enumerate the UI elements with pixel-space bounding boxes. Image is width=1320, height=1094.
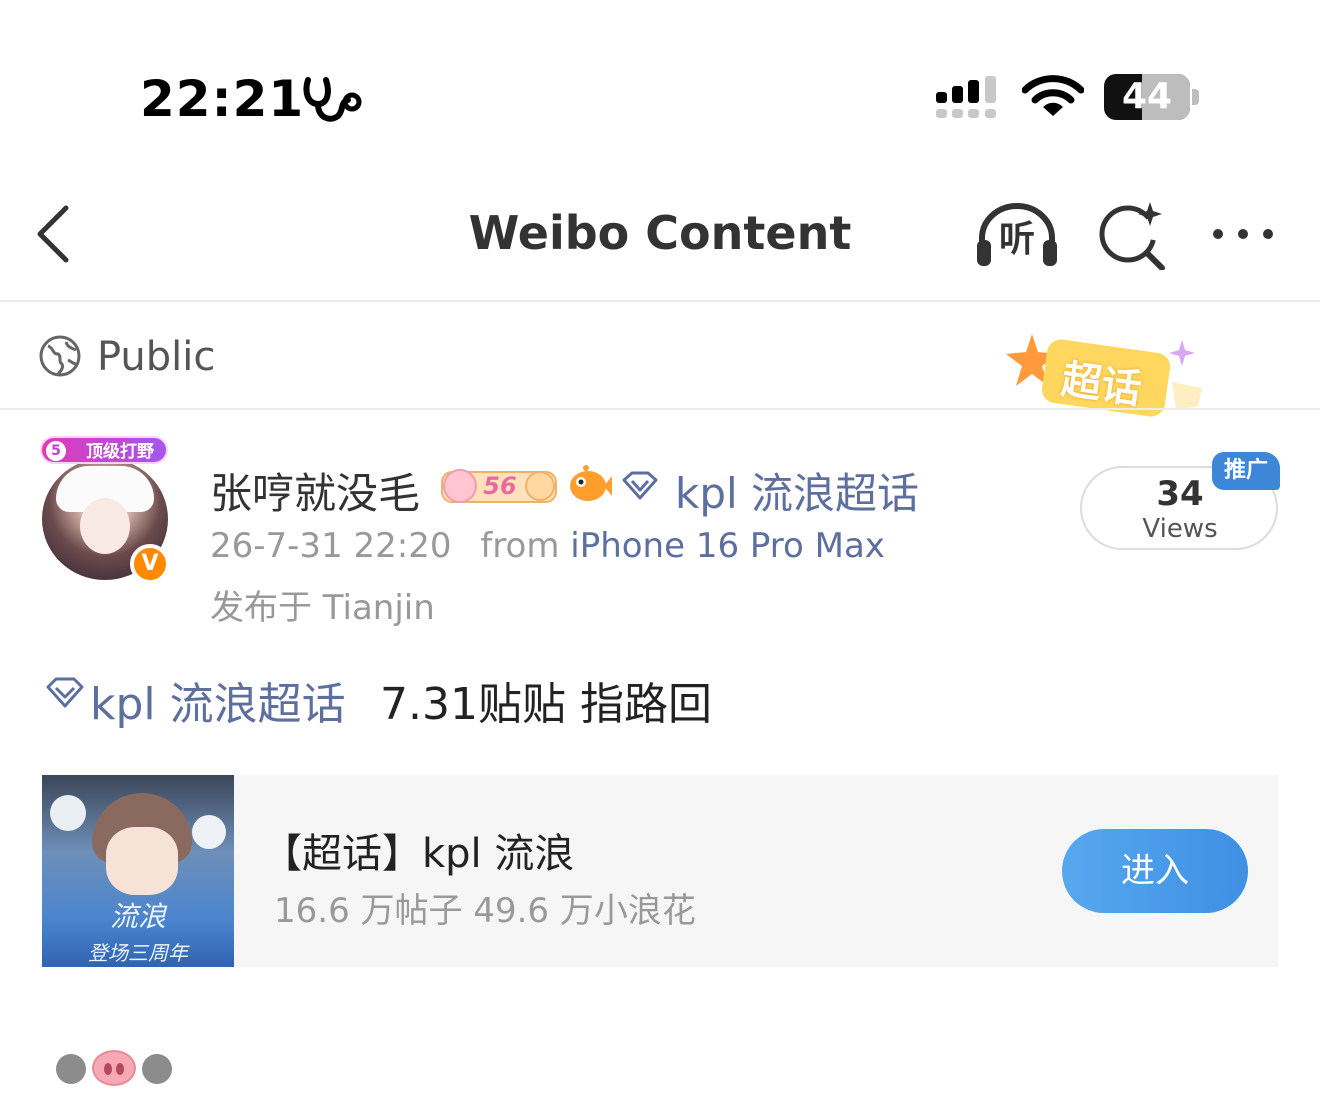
post-topic-link[interactable]: kpl 流浪超话 — [90, 668, 346, 732]
medal-level: 56 — [483, 472, 517, 500]
ai-search-icon[interactable] — [1096, 198, 1166, 270]
post-timestamp: 26-7-31 22:20 — [210, 526, 452, 566]
supertopic-cover-image: 流浪 登场三周年 — [42, 775, 234, 967]
supertopic-badge-label: 超话 — [1058, 356, 1145, 414]
cover-subtitle: 登场三周年 — [88, 941, 188, 965]
pig-nose-icon — [92, 1050, 136, 1086]
enter-button[interactable]: 进入 — [1062, 829, 1248, 913]
post-meta: 26-7-31 22:20 from iPhone 16 Pro Max — [210, 526, 885, 566]
avatar-tag-number: 5 — [46, 441, 66, 461]
battery-percent: 44 — [1121, 76, 1173, 117]
listen-label: 听 — [998, 219, 1035, 260]
supertopic-title: 【超话】kpl 流浪 — [262, 831, 575, 877]
globe-icon — [39, 335, 81, 377]
visibility-label: Public — [97, 334, 216, 380]
grey-dot-icon — [56, 1054, 86, 1084]
cellular-signal-icon — [936, 76, 996, 118]
cover-title: 流浪 — [109, 900, 166, 933]
avatar-tag-label: 顶级打野 — [86, 442, 154, 462]
device-link[interactable]: iPhone 16 Pro Max — [570, 526, 885, 566]
listen-button[interactable]: 听 — [974, 200, 1060, 270]
supertopic-card[interactable]: 流浪 登场三周年 【超话】kpl 流浪 16.6 万帖子 49.6 万小浪花 进… — [42, 775, 1278, 967]
fan-medal-badge[interactable]: 56 — [440, 462, 558, 508]
nav-divider — [0, 300, 1320, 302]
author-topic-link[interactable]: kpl 流浪超话 — [675, 460, 919, 521]
pufferfish-icon — [570, 465, 612, 501]
avatar-title-tag: 5 顶级打野 — [40, 436, 168, 464]
author-name[interactable]: 张哼就没毛 — [210, 460, 420, 521]
post-location: 发布于 Tianjin — [210, 588, 435, 628]
stethoscope-icon — [303, 77, 362, 122]
grey-dot-icon — [142, 1054, 172, 1084]
section-divider — [0, 408, 1320, 410]
avatar[interactable]: 5 顶级打野 V — [38, 432, 178, 584]
supertopic-badge[interactable]: 超话 — [1002, 330, 1212, 430]
post-text: 7.31贴贴 指路回 — [380, 679, 712, 730]
status-time: 22:21 — [140, 70, 305, 128]
supertopic-stats: 16.6 万帖子 49.6 万小浪花 — [274, 891, 696, 931]
emoji-row — [56, 1050, 176, 1086]
battery-icon: 44 — [1104, 74, 1200, 120]
wifi-icon — [1022, 75, 1084, 116]
promote-tag[interactable]: 推广 — [1212, 452, 1280, 490]
from-label: from — [480, 526, 560, 566]
more-icon[interactable] — [1206, 212, 1280, 256]
views-label: Views — [1142, 514, 1218, 544]
verified-badge: V — [130, 544, 170, 584]
supertopic-diamond-icon — [622, 471, 658, 500]
supertopic-diamond-icon — [46, 677, 84, 708]
